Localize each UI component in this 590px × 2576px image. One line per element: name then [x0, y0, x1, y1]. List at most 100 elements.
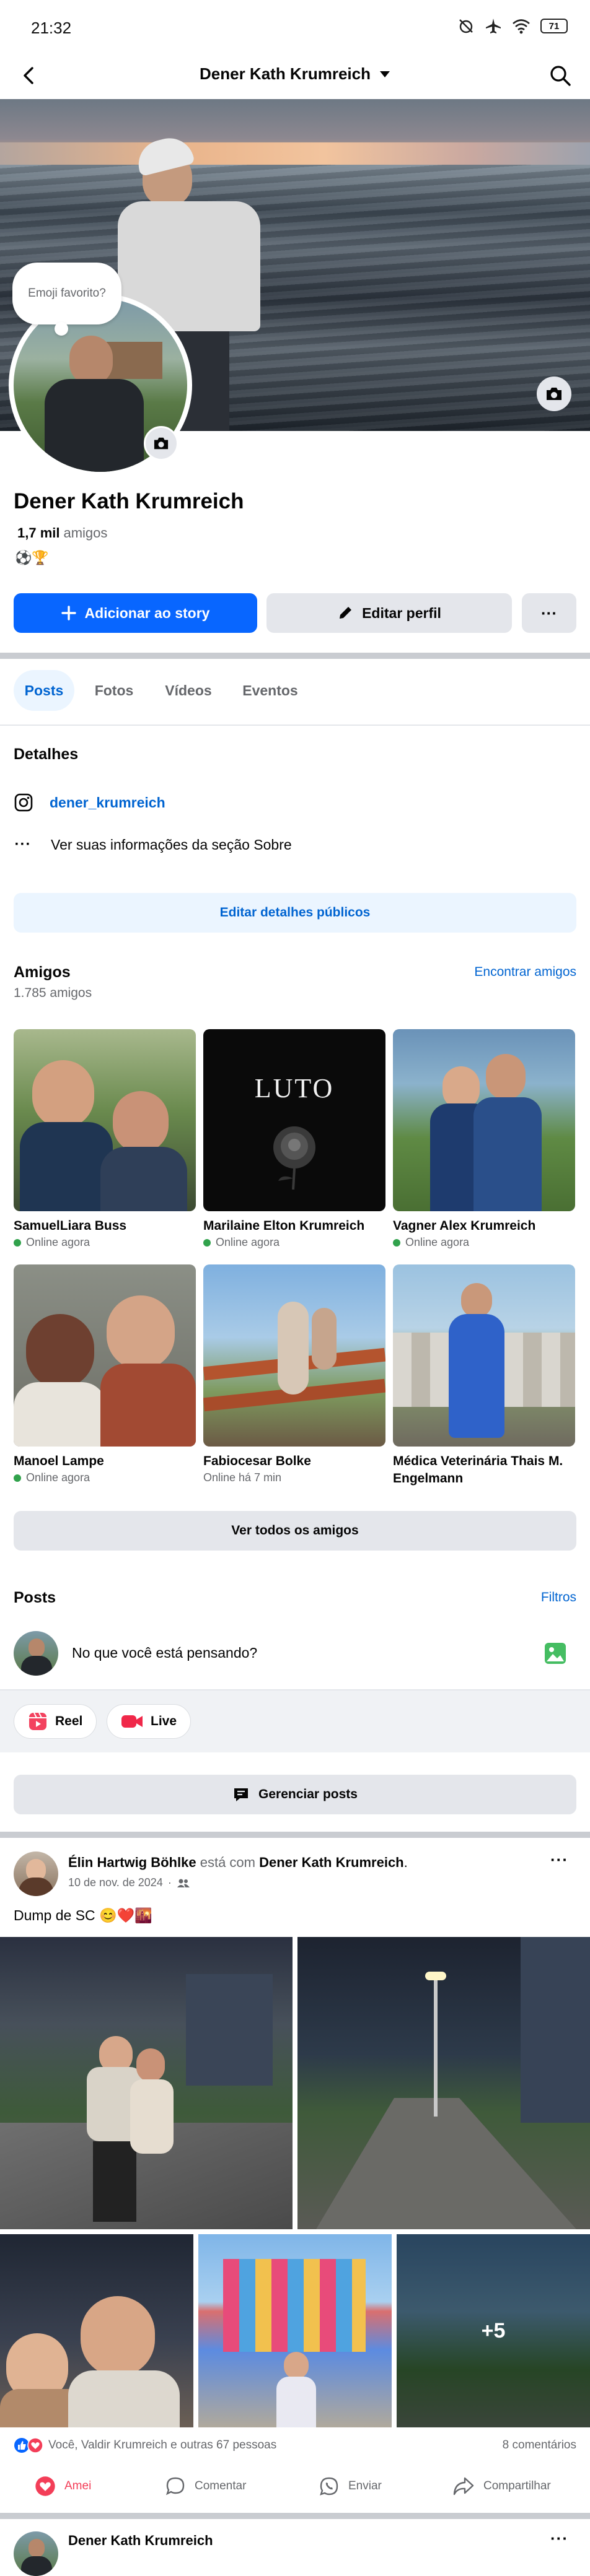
post-header-line: Élin Hartwig Böhlke está com Dener Kath …: [68, 1855, 408, 1870]
friends-count-line[interactable]: 1,7 mil amigos: [17, 525, 107, 541]
filters-link[interactable]: Filtros: [541, 1590, 576, 1605]
wifi-icon: [513, 19, 530, 34]
next-post-more-button[interactable]: ···: [550, 2529, 568, 2548]
post-with-text: está com: [200, 1855, 255, 1870]
comments-count[interactable]: 8 comentários: [503, 2439, 576, 2452]
see-all-friends-button[interactable]: Ver todos os amigos: [14, 1511, 576, 1551]
reel-label: Reel: [55, 1714, 83, 1728]
friend-card[interactable]: Fabiocesar Bolke Online há 7 min: [203, 1264, 385, 1484]
photo-icon: [545, 1643, 566, 1664]
post-author-avatar[interactable]: [14, 1852, 58, 1896]
friend-card[interactable]: SamuelLiara Buss Online agora: [14, 1029, 196, 1249]
more-options-label: ···: [541, 603, 557, 622]
send-label: Enviar: [348, 2479, 382, 2492]
post-author-avatar[interactable]: [14, 2531, 58, 2576]
profile-page: 21:32 71 Dener Kath Krumreich Emoji favo…: [0, 0, 590, 2576]
friend-card[interactable]: Médica Veterinária Thais M. Engelmann: [393, 1264, 575, 1487]
friend-card[interactable]: Manoel Lampe Online agora: [14, 1264, 196, 1484]
post-tagged-user[interactable]: Dener Kath Krumreich: [259, 1855, 404, 1870]
more-options-button[interactable]: ···: [522, 593, 576, 633]
live-button[interactable]: Live: [107, 1704, 192, 1739]
friend-status-text: Online agora: [26, 1236, 90, 1248]
title-dropdown[interactable]: Dener Kath Krumreich: [0, 64, 590, 84]
friend-status: Online agora: [14, 1471, 196, 1484]
instagram-icon: [14, 793, 33, 812]
online-dot: [14, 1474, 21, 1482]
photo-upload-button[interactable]: [543, 1641, 568, 1666]
section-divider: [0, 1832, 590, 1838]
online-dot: [203, 1238, 211, 1247]
reel-icon: [29, 1712, 46, 1730]
post-photo-more[interactable]: +5: [397, 2234, 590, 2427]
friend-photo: [203, 1264, 385, 1447]
tab-videos-label: Vídeos: [165, 682, 212, 698]
instagram-link[interactable]: dener_krumreich: [14, 793, 165, 812]
search-icon: [550, 66, 571, 86]
profile-camera-button[interactable]: [144, 426, 178, 461]
post-photo[interactable]: [0, 1937, 293, 2229]
friend-name: Médica Veterinária Thais M. Engelmann: [393, 1454, 563, 1486]
tab-posts[interactable]: Posts: [14, 670, 74, 711]
profile-name: Dener Kath Krumreich: [14, 489, 244, 513]
more-dots-icon: ···: [14, 836, 32, 853]
add-to-story-button[interactable]: Adicionar ao story: [14, 593, 257, 633]
edit-profile-button[interactable]: Editar perfil: [266, 593, 512, 633]
manage-posts-button[interactable]: Gerenciar posts: [14, 1775, 576, 1814]
battery-icon: 71: [540, 19, 568, 33]
post-caption: Dump de SC 😊❤️🌇: [14, 1907, 152, 1923]
post-photo[interactable]: [0, 2234, 193, 2427]
friend-status-text: Online agora: [405, 1236, 470, 1248]
status-time: 21:32: [31, 19, 72, 37]
tab-videos[interactable]: Vídeos: [159, 670, 218, 711]
post-date-separator: ·: [167, 1876, 172, 1889]
tab-posts-label: Posts: [24, 682, 64, 698]
love-label: Amei: [64, 2479, 92, 2492]
friend-card[interactable]: Vagner Alex Krumreich Online agora: [393, 1029, 575, 1249]
thought-bubble[interactable]: Emoji favorito?: [12, 263, 121, 324]
section-divider: [0, 653, 590, 659]
about-link[interactable]: ··· Ver suas informações da seção Sobre: [14, 836, 292, 853]
post-photo[interactable]: [198, 2234, 392, 2427]
friends-audience-icon: [177, 1879, 190, 1887]
comment-button[interactable]: Comentar: [165, 2476, 246, 2497]
friend-name: Manoel Lampe: [14, 1454, 104, 1468]
top-bar: Dener Kath Krumreich: [0, 52, 590, 100]
about-text: Ver suas informações da seção Sobre: [51, 836, 292, 853]
post-author[interactable]: Élin Hartwig Böhlke: [68, 1855, 196, 1870]
live-video-icon: [121, 1715, 143, 1728]
friends-count: 1,7 mil: [17, 525, 60, 541]
post-more-button[interactable]: ···: [550, 1850, 568, 1869]
search-button[interactable]: [545, 61, 575, 90]
next-post-author[interactable]: Dener Kath Krumreich: [68, 2533, 213, 2549]
post-photo[interactable]: [297, 1937, 590, 2229]
post-meta: 10 de nov. de 2024 ·: [68, 1876, 190, 1889]
edit-public-details-label: Editar detalhes públicos: [219, 905, 371, 920]
see-all-friends-label: Ver todos os amigos: [231, 1523, 359, 1538]
tab-events-label: Eventos: [242, 682, 298, 698]
composer-avatar[interactable]: [14, 1631, 58, 1676]
tab-photos[interactable]: Fotos: [87, 670, 141, 711]
love-button[interactable]: Amei: [35, 2476, 91, 2497]
find-friends-link[interactable]: Encontrar amigos: [474, 965, 576, 980]
post-date[interactable]: 10 de nov. de 2024: [68, 1876, 163, 1889]
composer-input[interactable]: No que você está pensando?: [72, 1645, 257, 1661]
friend-status: Online há 7 min: [203, 1471, 385, 1484]
share-button[interactable]: Compartilhar: [452, 2476, 551, 2497]
edit-public-details-button[interactable]: Editar detalhes públicos: [14, 893, 576, 933]
tab-events[interactable]: Eventos: [236, 670, 305, 711]
friend-name: Vagner Alex Krumreich: [393, 1219, 536, 1233]
friend-photo: [393, 1029, 575, 1211]
posts-heading: Posts: [14, 1589, 56, 1606]
friend-card[interactable]: LUTO Marilaine Elton Krumreich Online ag…: [203, 1029, 385, 1249]
cover-camera-button[interactable]: [537, 376, 571, 411]
friend-photo: [14, 1264, 196, 1447]
airplane-mode-icon: [486, 19, 501, 33]
friend-status: Online agora: [393, 1236, 575, 1249]
sunset-horizon: [0, 142, 590, 165]
reactions-summary[interactable]: Você, Valdir Krumreich e outras 67 pesso…: [14, 2437, 276, 2453]
friend-photo: [14, 1029, 196, 1211]
send-button[interactable]: Enviar: [319, 2476, 382, 2497]
reel-button[interactable]: Reel: [14, 1704, 97, 1739]
reactions-text: Você, Valdir Krumreich e outras 67 pesso…: [48, 2439, 277, 2452]
manage-posts-label: Gerenciar posts: [258, 1787, 358, 1801]
